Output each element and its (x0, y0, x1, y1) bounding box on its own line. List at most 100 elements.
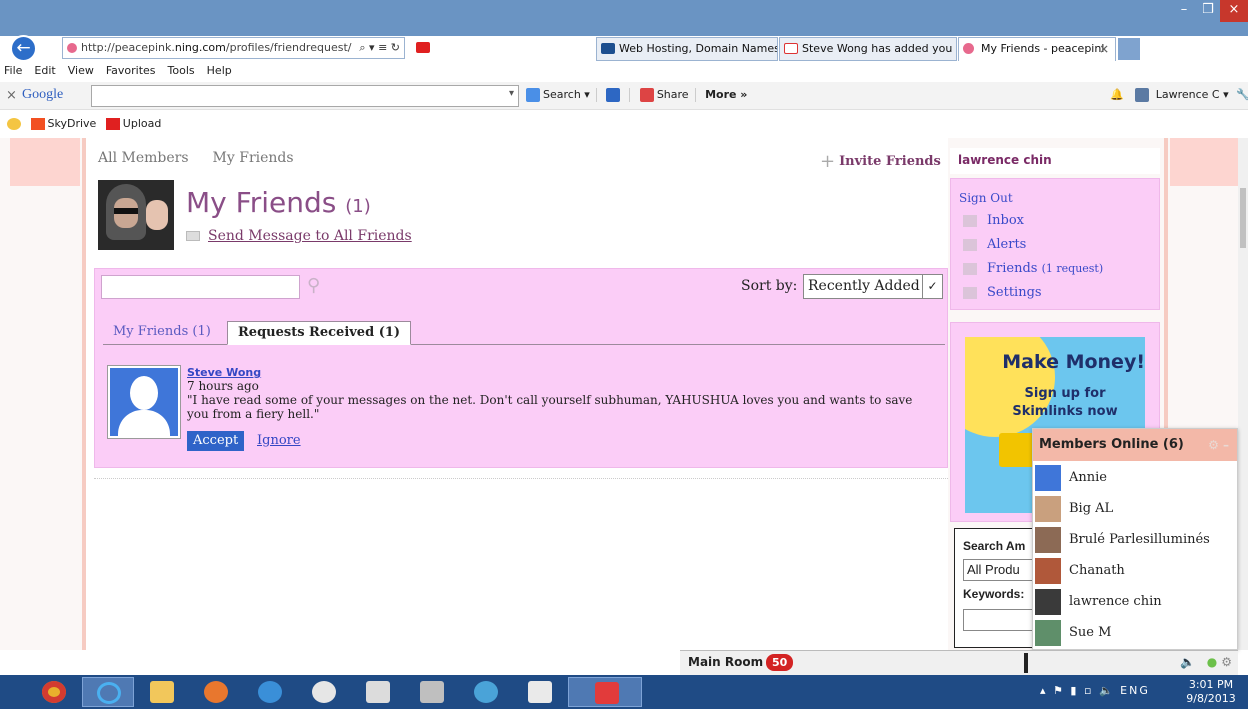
clock[interactable]: 3:01 PM 9/8/2013 (1178, 678, 1244, 706)
favorites-star-icon[interactable] (7, 118, 21, 130)
send-message-all-link[interactable]: Send Message to All Friends (186, 228, 412, 244)
tab-web-hosting[interactable]: Web Hosting, Domain Names, ... (596, 37, 778, 61)
wrench-icon[interactable]: 🔧 (1236, 88, 1248, 101)
taskbar-app[interactable] (460, 677, 512, 707)
youtube-icon (416, 42, 430, 53)
app-icon (420, 681, 444, 703)
member-item[interactable]: Brulé Parlesilluminés (1033, 525, 1237, 556)
google-search-input[interactable]: ▾ (91, 85, 519, 107)
menu-file[interactable]: File (4, 64, 22, 77)
tab-my-friends[interactable]: My Friends - peacepink × (958, 37, 1116, 61)
taskbar-firefox[interactable] (190, 677, 242, 707)
menu-help[interactable]: Help (207, 64, 232, 77)
bookmark-icon[interactable] (606, 88, 621, 102)
taskbar-chrome[interactable] (28, 677, 80, 707)
google-account[interactable]: 🔔 Lawrence C ▾ 🔧 (1110, 88, 1248, 102)
menu-view[interactable]: View (68, 64, 94, 77)
invite-friends-link[interactable]: + Invite Friends (820, 151, 941, 172)
signal-icon[interactable]: ▫ (1084, 684, 1093, 697)
new-tab-button[interactable] (1118, 38, 1140, 60)
member-item[interactable]: Chanath (1033, 556, 1237, 587)
inbox-link[interactable]: Inbox (963, 213, 1024, 228)
my-friends-link[interactable]: My Friends (213, 150, 294, 166)
more-button[interactable]: More » (705, 88, 747, 101)
flag-icon[interactable]: ⚑ (1053, 684, 1065, 697)
settings-link[interactable]: Settings (963, 285, 1042, 300)
sort-select[interactable]: Recently Added ✓ (803, 274, 943, 299)
menu-edit[interactable]: Edit (34, 64, 55, 77)
share-button[interactable]: Share (657, 88, 689, 101)
minimize-button[interactable]: – (1172, 0, 1196, 22)
member-item[interactable]: Sue M (1033, 618, 1237, 649)
taskbar-app[interactable] (568, 677, 642, 707)
account-name: Lawrence C (1155, 88, 1220, 101)
clock-time: 3:01 PM (1188, 678, 1234, 691)
accept-button[interactable]: Accept (187, 431, 245, 451)
address-tools-icons[interactable]: ⌕ ▾ ≡ ↻ (359, 38, 400, 58)
taskbar-file-explorer[interactable] (136, 677, 188, 707)
tab-requests-received[interactable]: Requests Received (1) (227, 321, 412, 345)
friends-link[interactable]: Friends (1 request) (963, 261, 1103, 276)
online-status-icon[interactable]: ● (1207, 655, 1221, 669)
chevron-down-icon[interactable]: ▾ (509, 88, 514, 99)
internet-explorer-icon (97, 682, 121, 704)
profile-avatar[interactable] (98, 180, 174, 250)
tab-youtube[interactable]: YouTube (412, 37, 592, 61)
menu-favorites[interactable]: Favorites (106, 64, 156, 77)
ignore-link[interactable]: Ignore (257, 433, 301, 448)
alerts-link[interactable]: Alerts (963, 237, 1026, 252)
member-item[interactable]: Big AL (1033, 494, 1237, 525)
sound-icon[interactable]: 🔈 (1180, 655, 1199, 669)
address-bar[interactable]: http://peacepink.ning.com/profiles/frien… (62, 37, 405, 59)
person-icon (963, 262, 977, 275)
members-online-header[interactable]: Members Online (6) ⚙ – (1033, 429, 1237, 461)
friend-search-input[interactable] (101, 275, 300, 299)
amazon-title: Search Am (963, 539, 1026, 553)
member-item[interactable]: lawrence chin (1033, 587, 1237, 618)
taskbar-dictionary[interactable] (352, 677, 404, 707)
back-button[interactable]: ← (10, 35, 37, 62)
keywords-input[interactable] (963, 609, 1043, 631)
chat-room-label[interactable]: Main Room (688, 655, 763, 669)
battery-icon[interactable]: ▮ (1070, 684, 1078, 697)
sign-out-link[interactable]: Sign Out (959, 191, 1013, 205)
taskbar-app[interactable] (244, 677, 296, 707)
sort-value: Recently Added (808, 278, 920, 294)
member-avatar (1035, 527, 1061, 553)
close-tab-icon[interactable]: × (1099, 38, 1109, 60)
favorite-upload[interactable]: Upload (123, 117, 162, 130)
tab-gmail[interactable]: Steve Wong has added you as ... (779, 37, 957, 61)
taskbar-app[interactable] (514, 677, 566, 707)
maximize-button[interactable]: ❒ (1196, 0, 1220, 22)
taskbar-app[interactable] (406, 677, 458, 707)
close-window-button[interactable]: × (1220, 0, 1248, 22)
scrollbar[interactable] (1238, 138, 1248, 650)
url-host: ning.com (174, 41, 226, 54)
all-members-link[interactable]: All Members (98, 150, 189, 166)
member-avatar (1035, 496, 1061, 522)
requester-name-link[interactable]: Steve Wong (187, 366, 261, 379)
taskbar-paint[interactable] (298, 677, 350, 707)
volume-icon[interactable]: 🔈 (1099, 684, 1115, 697)
gear-icon[interactable]: ⚙ (1221, 655, 1236, 669)
favorite-skydrive[interactable]: SkyDrive (48, 117, 97, 130)
user-avatar-icon (1135, 88, 1150, 102)
search-icon[interactable]: ⚲ (307, 275, 320, 296)
bell-icon[interactable]: 🔔 (1110, 88, 1124, 101)
home-favorites-tools-icons[interactable]: ⌂★⚙ (1176, 34, 1224, 52)
scrollbar-thumb[interactable] (1240, 188, 1246, 248)
member-name: Chanath (1069, 563, 1125, 578)
menu-tools[interactable]: Tools (168, 64, 195, 77)
taskbar-internet-explorer[interactable] (82, 677, 134, 707)
google-search-button[interactable]: Search (543, 88, 581, 101)
amazon-category-select[interactable]: All Produ (963, 559, 1043, 581)
chevron-up-icon[interactable]: ▴ (1040, 684, 1048, 697)
popup-controls-icon[interactable]: ⚙ – (1208, 429, 1229, 461)
member-item[interactable]: Annie (1033, 463, 1237, 494)
close-toolbar-icon[interactable]: × (6, 88, 17, 103)
peacepink-icon (963, 43, 974, 54)
language-indicator[interactable]: ENG (1120, 684, 1150, 697)
requester-avatar[interactable] (107, 365, 181, 439)
tab-my-friends[interactable]: My Friends (1) (103, 321, 221, 345)
forward-button[interactable]: → (38, 38, 57, 57)
